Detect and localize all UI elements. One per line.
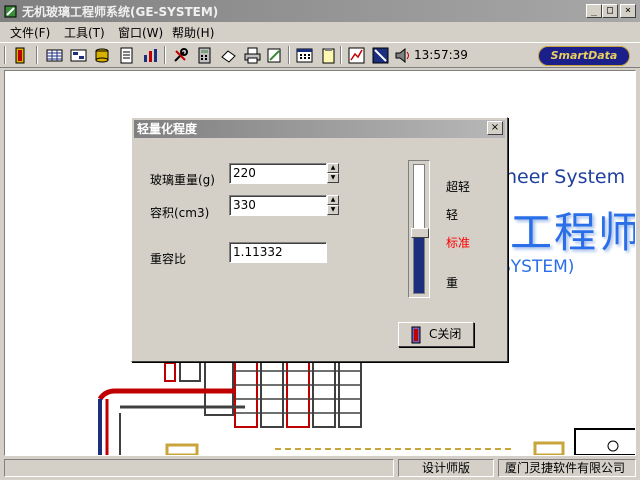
volume-spinner[interactable]: ▲ ▼ bbox=[327, 195, 339, 216]
menu-help[interactable]: 帮助(H) bbox=[172, 24, 214, 41]
calculator-icon[interactable] bbox=[196, 47, 213, 64]
spin-up-icon[interactable]: ▲ bbox=[327, 163, 339, 173]
lightweight-level-slider[interactable] bbox=[408, 160, 430, 298]
toolbar-separator bbox=[164, 46, 166, 64]
menu-file[interactable]: 文件(F) bbox=[10, 24, 50, 41]
spin-down-icon[interactable]: ▼ bbox=[327, 173, 339, 183]
smartdata-logo: SmartData bbox=[538, 46, 630, 66]
spin-up-icon[interactable]: ▲ bbox=[327, 195, 339, 205]
status-pane-main bbox=[4, 459, 394, 477]
toolbar-separator bbox=[36, 46, 38, 64]
close-button[interactable]: × bbox=[620, 4, 636, 18]
title-bar: 无机玻璃工程师系统(GE-SYSTEM) _ □ × bbox=[0, 0, 640, 22]
dialog-title: 轻量化程度 bbox=[134, 120, 505, 138]
bar-chart-icon[interactable] bbox=[142, 47, 159, 64]
maximize-button[interactable]: □ bbox=[602, 4, 618, 18]
glass-weight-label: 玻璃重量(g) bbox=[150, 173, 215, 187]
app-icon[interactable] bbox=[3, 3, 19, 19]
volume-input[interactable]: 330 bbox=[229, 195, 327, 216]
database-icon[interactable] bbox=[94, 47, 111, 64]
status-pane-company: 厦门灵捷软件有限公司 bbox=[498, 459, 636, 477]
slider-thumb[interactable] bbox=[411, 228, 429, 238]
close-dialog-button[interactable]: C关闭 bbox=[398, 322, 474, 347]
status-pane-edition: 设计师版 bbox=[398, 459, 494, 477]
splash-system-text: SYSTEM) bbox=[500, 257, 575, 277]
level-light: 轻 bbox=[446, 208, 459, 222]
minimize-button[interactable]: _ bbox=[586, 4, 602, 18]
spin-down-icon[interactable]: ▼ bbox=[327, 205, 339, 215]
tools-icon[interactable] bbox=[172, 47, 189, 64]
volume-label: 容积(cm3) bbox=[150, 206, 210, 220]
level-ultralight: 超轻 bbox=[446, 180, 471, 194]
splash-english-text: neer System bbox=[505, 166, 626, 188]
menu-bar: 文件(F) 工具(T) 窗口(W) 帮助(H) bbox=[0, 22, 640, 42]
dialog-close-icon[interactable]: × bbox=[487, 121, 503, 135]
factory-illustration bbox=[97, 356, 635, 455]
document-icon[interactable] bbox=[118, 47, 135, 64]
line-chart-icon[interactable] bbox=[348, 47, 365, 64]
slider-track bbox=[411, 164, 429, 294]
slider-fill bbox=[414, 233, 424, 293]
toolbar: 13:57:39 SmartData bbox=[0, 42, 640, 68]
toolbar-separator bbox=[288, 46, 290, 64]
status-bar: 设计师版 厦门灵捷软件有限公司 bbox=[0, 456, 640, 480]
exit-door-icon[interactable] bbox=[12, 47, 29, 64]
glass-weight-spinner[interactable]: ▲ ▼ bbox=[327, 163, 339, 184]
exit-door-icon bbox=[411, 326, 421, 344]
calendar-icon[interactable] bbox=[296, 47, 313, 64]
ratio-output: 1.11332 bbox=[229, 242, 327, 263]
level-standard: 标准 bbox=[446, 236, 471, 250]
toolbar-separator bbox=[4, 46, 6, 64]
level-heavy: 重 bbox=[446, 276, 459, 290]
toolbar-separator bbox=[340, 46, 342, 64]
graph-icon[interactable] bbox=[372, 47, 389, 64]
eraser-icon[interactable] bbox=[220, 47, 237, 64]
clock-display: 13:57:39 bbox=[414, 48, 468, 62]
notepad-icon[interactable] bbox=[320, 47, 337, 64]
speaker-icon[interactable] bbox=[394, 47, 411, 64]
menu-tools[interactable]: 工具(T) bbox=[64, 24, 105, 41]
form-icon[interactable] bbox=[70, 47, 87, 64]
table-icon[interactable] bbox=[46, 47, 63, 64]
menu-window[interactable]: 窗口(W) bbox=[118, 24, 163, 41]
ratio-label: 重容比 bbox=[150, 252, 187, 266]
window-title: 无机玻璃工程师系统(GE-SYSTEM) bbox=[22, 5, 219, 19]
glass-weight-input[interactable]: 220 bbox=[229, 163, 327, 184]
printer-icon[interactable] bbox=[244, 47, 261, 64]
lightweight-dialog: 轻量化程度 × 玻璃重量(g) 220 ▲ ▼ 容积(cm3) 330 ▲ ▼ … bbox=[131, 117, 508, 362]
edit-icon[interactable] bbox=[266, 47, 283, 64]
close-dialog-label: C关闭 bbox=[429, 327, 462, 341]
splash-chinese-text: 工程师 bbox=[510, 208, 636, 257]
